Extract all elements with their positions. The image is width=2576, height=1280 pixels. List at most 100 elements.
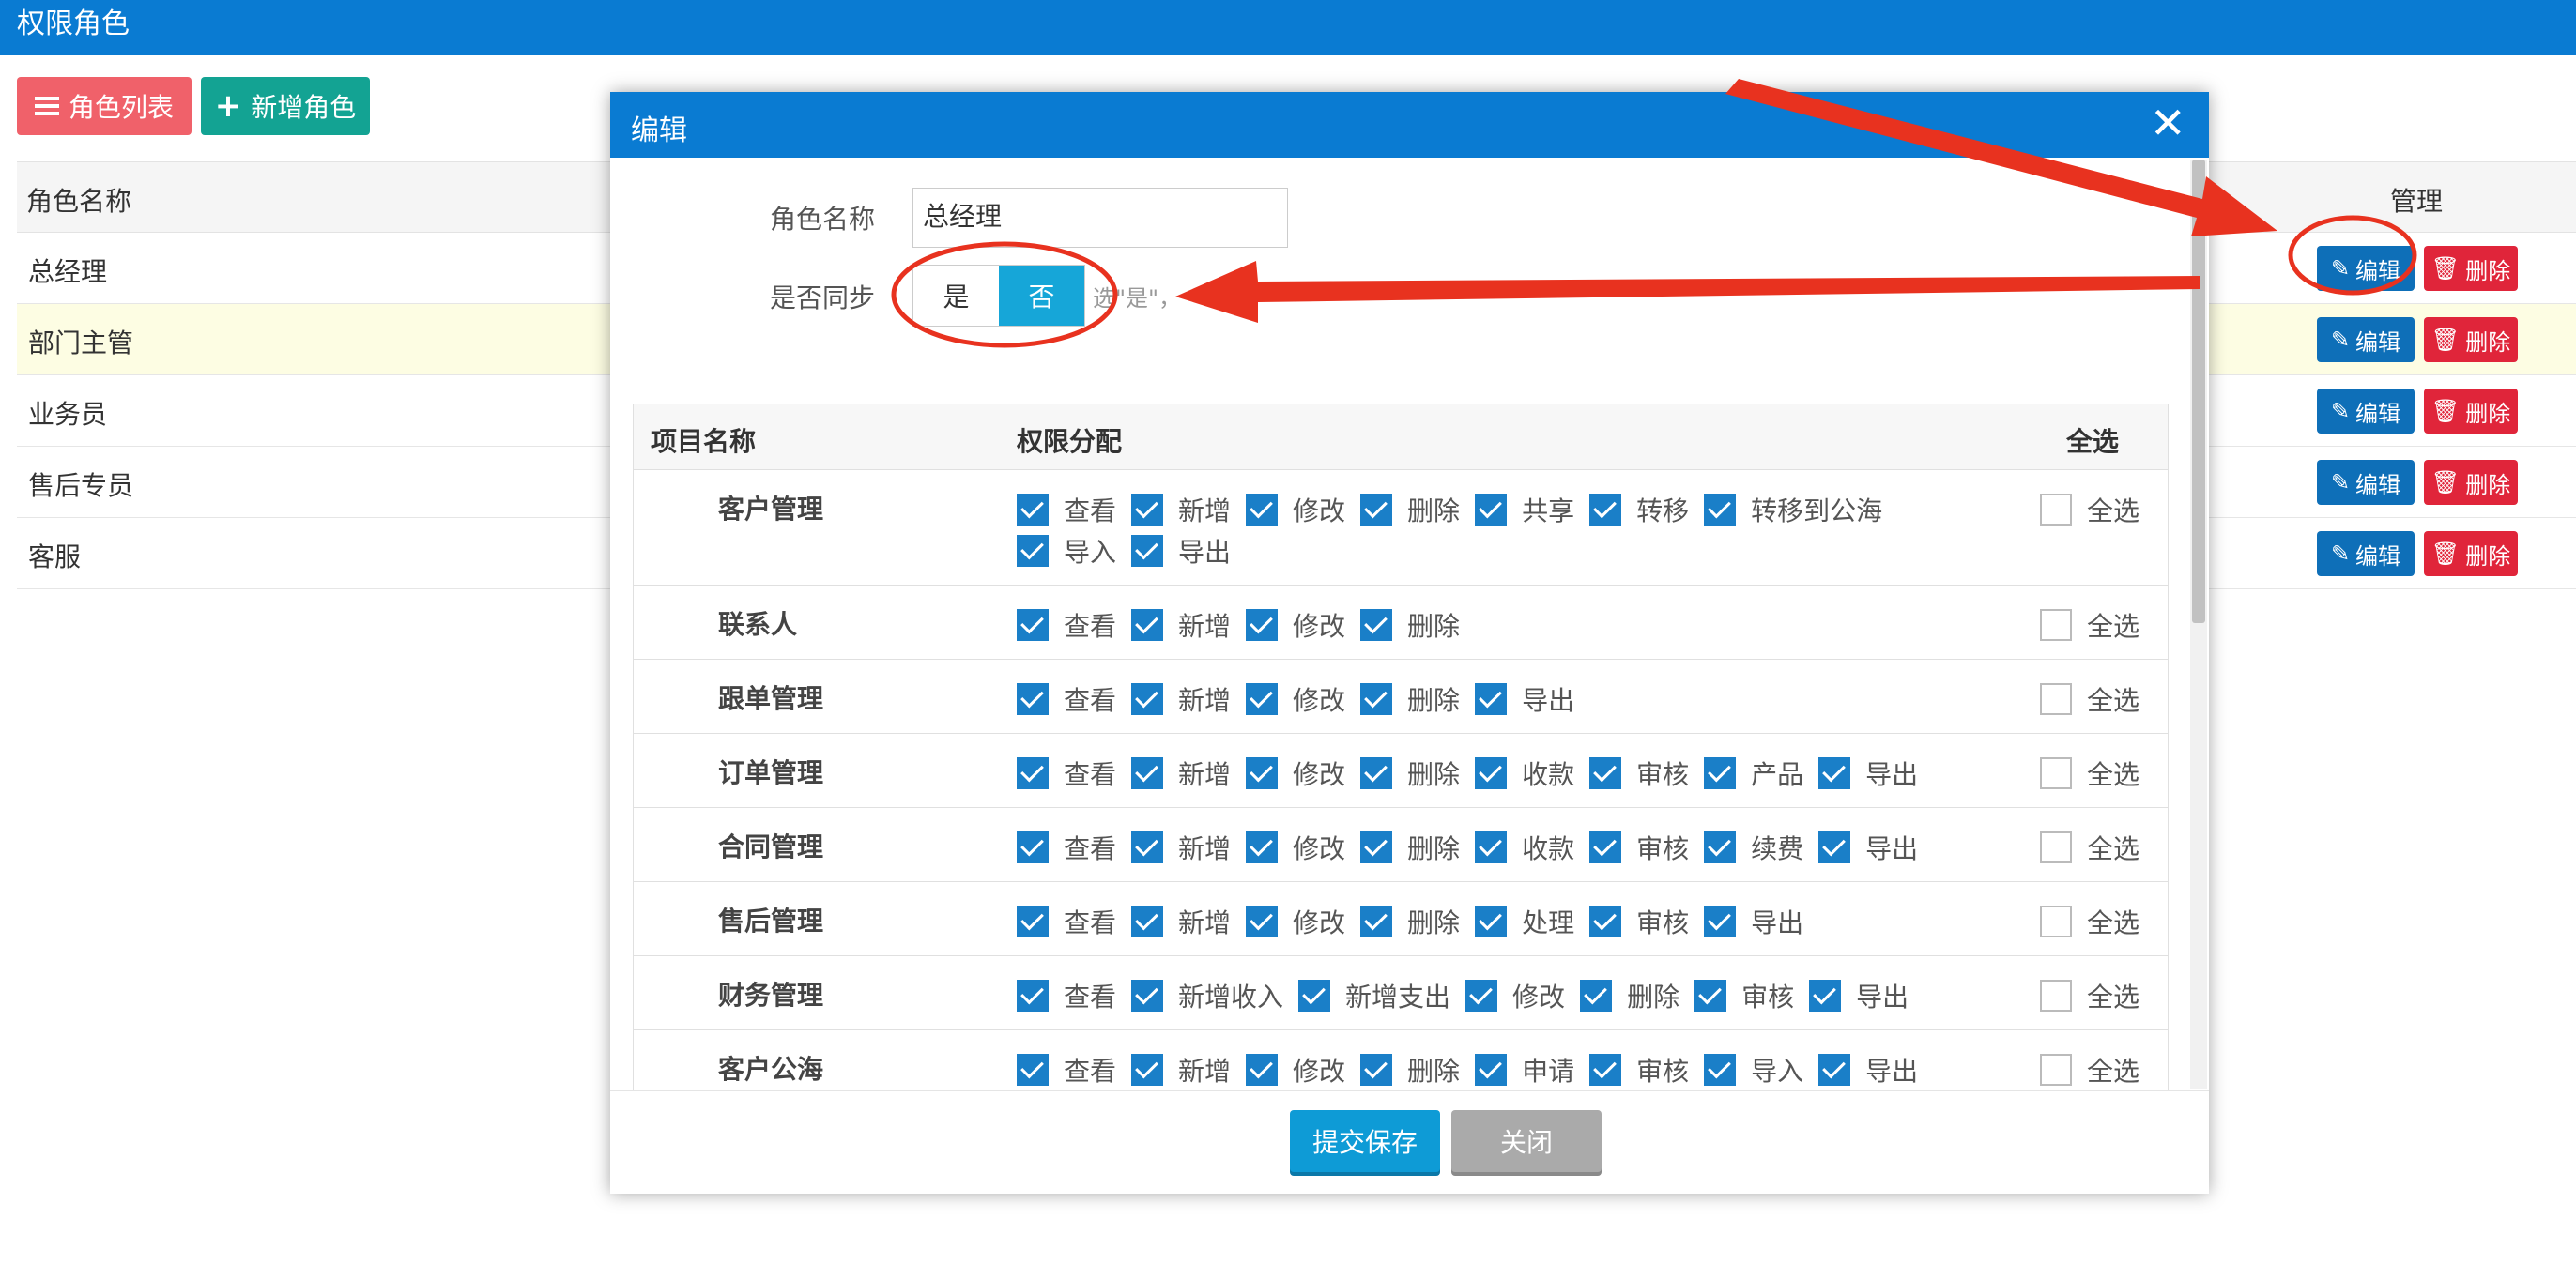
edit-button[interactable]: ✎ 编辑 [2317,389,2415,434]
close-icon[interactable]: ✕ [2150,98,2186,148]
checked-icon[interactable] [1017,683,1049,715]
checked-icon[interactable] [1298,980,1331,1012]
role-list-button[interactable]: 角色列表 [17,77,192,135]
select-all-checkbox[interactable]: 全选 [2040,604,2139,646]
checked-icon[interactable] [1704,494,1737,526]
edit-button[interactable]: ✎ 编辑 [2317,246,2415,291]
checked-icon[interactable] [1694,980,1727,1012]
permission-checkbox[interactable]: 删除 [1360,901,1460,942]
edit-button[interactable]: ✎ 编辑 [2317,317,2415,362]
permission-checkbox[interactable]: 删除 [1360,604,1460,646]
checked-icon[interactable] [1475,1054,1508,1086]
permission-checkbox[interactable]: 修改 [1246,827,1345,868]
checked-icon[interactable] [1017,535,1049,567]
checked-icon[interactable] [1246,1054,1279,1086]
permission-checkbox[interactable]: 导出 [1704,901,1803,942]
sync-yes-option[interactable]: 是 [913,266,999,326]
checked-icon[interactable] [1589,906,1622,937]
checked-icon[interactable] [1017,494,1049,526]
unchecked-icon[interactable] [2040,1054,2072,1086]
checked-icon[interactable] [1246,906,1279,937]
checked-icon[interactable] [1475,683,1508,715]
checked-icon[interactable] [1246,683,1279,715]
close-button[interactable]: 关闭 [1451,1110,1602,1172]
add-role-button[interactable]: + 新增角色 [201,77,370,135]
permission-checkbox[interactable]: 新增 [1131,489,1231,530]
checked-icon[interactable] [1475,757,1508,789]
checked-icon[interactable] [1704,906,1737,937]
checked-icon[interactable] [1131,980,1164,1012]
checked-icon[interactable] [1017,1054,1049,1086]
unchecked-icon[interactable] [2040,906,2072,937]
permission-checkbox[interactable]: 新增 [1131,753,1231,794]
delete-button[interactable]: 🗑 删除 [2424,317,2518,362]
permission-checkbox[interactable]: 查看 [1017,1049,1116,1090]
checked-icon[interactable] [1360,831,1393,863]
checked-icon[interactable] [1131,757,1164,789]
permission-checkbox[interactable]: 删除 [1360,678,1460,720]
checked-icon[interactable] [1704,1054,1737,1086]
select-all-checkbox[interactable]: 全选 [2040,975,2139,1016]
scrollbar-thumb[interactable] [2192,160,2205,623]
checked-icon[interactable] [1360,609,1393,641]
select-all-checkbox[interactable]: 全选 [2040,827,2139,868]
permission-checkbox[interactable]: 修改 [1246,901,1345,942]
checked-icon[interactable] [1017,906,1049,937]
checked-icon[interactable] [1589,831,1622,863]
checked-icon[interactable] [1131,683,1164,715]
permission-checkbox[interactable]: 查看 [1017,604,1116,646]
checked-icon[interactable] [1580,980,1613,1012]
checked-icon[interactable] [1246,494,1279,526]
permission-checkbox[interactable]: 修改 [1246,1049,1345,1090]
permission-checkbox[interactable]: 新增 [1131,1049,1231,1090]
checked-icon[interactable] [1131,831,1164,863]
permission-checkbox[interactable]: 收款 [1475,827,1574,868]
submit-save-button[interactable]: 提交保存 [1290,1110,1440,1172]
checked-icon[interactable] [1131,609,1164,641]
permission-checkbox[interactable]: 查看 [1017,827,1116,868]
unchecked-icon[interactable] [2040,757,2072,789]
permission-checkbox[interactable]: 审核 [1589,901,1689,942]
permission-checkbox[interactable]: 新增 [1131,604,1231,646]
checked-icon[interactable] [1360,906,1393,937]
permission-checkbox[interactable]: 导出 [1131,530,1231,571]
permission-checkbox[interactable]: 删除 [1360,827,1460,868]
permission-checkbox[interactable]: 收款 [1475,753,1574,794]
checked-icon[interactable] [1818,757,1851,789]
checked-icon[interactable] [1246,609,1279,641]
permission-checkbox[interactable]: 审核 [1589,827,1689,868]
permission-checkbox[interactable]: 查看 [1017,901,1116,942]
checked-icon[interactable] [1360,683,1393,715]
checked-icon[interactable] [1131,494,1164,526]
edit-button[interactable]: ✎ 编辑 [2317,460,2415,505]
permission-checkbox[interactable]: 处理 [1475,901,1574,942]
select-all-checkbox[interactable]: 全选 [2040,489,2139,530]
permission-checkbox[interactable]: 导入 [1704,1049,1803,1090]
unchecked-icon[interactable] [2040,494,2072,526]
permission-checkbox[interactable]: 导出 [1818,827,1918,868]
permission-checkbox[interactable]: 审核 [1589,753,1689,794]
permission-checkbox[interactable]: 删除 [1360,753,1460,794]
permission-checkbox[interactable]: 新增 [1131,827,1231,868]
permission-checkbox[interactable]: 查看 [1017,975,1116,1016]
checked-icon[interactable] [1704,757,1737,789]
unchecked-icon[interactable] [2040,609,2072,641]
permission-checkbox[interactable]: 申请 [1475,1049,1574,1090]
permission-checkbox[interactable]: 新增收入 [1131,975,1283,1016]
checked-icon[interactable] [1475,906,1508,937]
delete-button[interactable]: 🗑 删除 [2424,389,2518,434]
permission-checkbox[interactable]: 转移 [1589,489,1689,530]
permission-checkbox[interactable]: 修改 [1246,604,1345,646]
permission-checkbox[interactable]: 新增 [1131,678,1231,720]
checked-icon[interactable] [1131,906,1164,937]
checked-icon[interactable] [1246,831,1279,863]
checked-icon[interactable] [1818,831,1851,863]
checked-icon[interactable] [1589,757,1622,789]
checked-icon[interactable] [1809,980,1842,1012]
select-all-checkbox[interactable]: 全选 [2040,753,2139,794]
checked-icon[interactable] [1465,980,1498,1012]
permission-checkbox[interactable]: 共享 [1475,489,1574,530]
permission-checkbox[interactable]: 导出 [1818,1049,1918,1090]
permission-checkbox[interactable]: 删除 [1360,1049,1460,1090]
permission-checkbox[interactable]: 导出 [1809,975,1909,1016]
